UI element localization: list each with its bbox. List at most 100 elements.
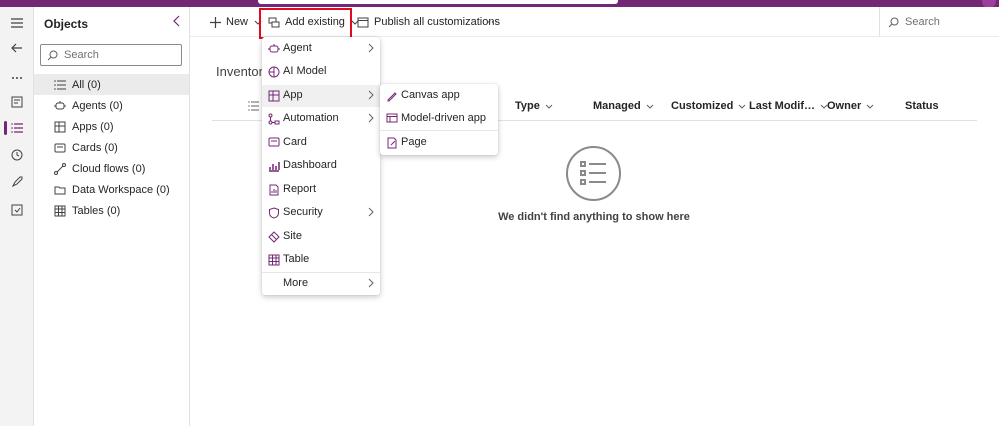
menu-item-label: Table bbox=[283, 253, 310, 265]
hamburger-menu-icon[interactable] bbox=[0, 12, 34, 34]
column-header-type[interactable]: Type bbox=[515, 99, 553, 113]
search-icon bbox=[888, 17, 899, 27]
menu-item-table[interactable]: Table bbox=[262, 249, 380, 271]
menu-separator bbox=[380, 130, 498, 131]
flow-icon bbox=[54, 162, 66, 175]
objects-item-label: All bbox=[72, 78, 85, 91]
report-icon bbox=[268, 184, 280, 196]
column-header-label: Type bbox=[515, 100, 540, 112]
deploy-rocket-icon[interactable] bbox=[0, 171, 34, 193]
submenu-item-canvas-app[interactable]: Canvas app bbox=[380, 85, 498, 107]
add-existing-menu: Agent AI Model App Automation Card Dashb… bbox=[262, 37, 380, 295]
overview-icon[interactable] bbox=[0, 91, 34, 113]
menu-item-app[interactable]: App bbox=[262, 85, 380, 107]
empty-state-message: We didn't find anything to show here bbox=[498, 211, 690, 223]
menu-item-site[interactable]: Site bbox=[262, 226, 380, 248]
menu-item-label: Report bbox=[283, 183, 317, 195]
agent-icon bbox=[268, 43, 280, 55]
objects-item-count: (0) bbox=[156, 183, 170, 196]
objects-item-tables[interactable]: Tables (0) bbox=[34, 200, 189, 221]
column-header-status[interactable]: Status bbox=[905, 99, 939, 113]
submenu-item-label: Page bbox=[401, 136, 427, 148]
submenu-item-page[interactable]: Page bbox=[380, 132, 498, 154]
column-header-customized[interactable]: Customized bbox=[671, 99, 746, 113]
chevron-right-icon bbox=[368, 207, 374, 217]
chevron-down-icon bbox=[738, 104, 746, 109]
card-icon bbox=[268, 137, 280, 149]
global-search-stub[interactable] bbox=[258, 0, 618, 4]
folder-icon bbox=[54, 184, 66, 196]
site-icon bbox=[268, 231, 280, 243]
ai-model-icon bbox=[268, 66, 280, 78]
automation-icon bbox=[268, 113, 280, 125]
menu-item-more[interactable]: More bbox=[262, 273, 380, 295]
list-icon bbox=[54, 79, 66, 91]
new-button[interactable]: New bbox=[210, 7, 262, 37]
solution-checker-icon[interactable] bbox=[0, 199, 34, 221]
menu-item-label: Card bbox=[283, 136, 307, 148]
agent-icon bbox=[54, 100, 66, 112]
objects-item-cloud-flows[interactable]: Cloud flows (0) bbox=[34, 158, 189, 179]
chevron-down-icon bbox=[866, 104, 874, 109]
objects-item-data-workspace[interactable]: Data Workspace (0) bbox=[34, 179, 189, 200]
menu-item-label: Site bbox=[283, 230, 302, 242]
submenu-item-model-driven-app[interactable]: Model-driven app bbox=[380, 108, 498, 130]
more-commands-button[interactable]: ··· bbox=[487, 7, 498, 37]
column-header-managed[interactable]: Managed bbox=[593, 99, 654, 113]
more-icon[interactable] bbox=[0, 67, 34, 89]
column-header-label: Customized bbox=[671, 100, 734, 112]
column-header-label: Owner bbox=[827, 100, 862, 112]
menu-item-card[interactable]: Card bbox=[262, 132, 380, 154]
collapse-panel-chevron-icon[interactable] bbox=[173, 15, 181, 30]
chevron-down-icon bbox=[545, 104, 553, 109]
column-header-owner[interactable]: Owner bbox=[827, 99, 874, 113]
left-nav-rail bbox=[0, 7, 34, 426]
chevron-right-icon bbox=[368, 90, 374, 100]
objects-item-label: Data Workspace bbox=[72, 183, 154, 196]
menu-item-ai-model[interactable]: AI Model bbox=[262, 61, 380, 83]
objects-item-label: Cloud flows bbox=[72, 162, 129, 175]
menu-item-automation[interactable]: Automation bbox=[262, 108, 380, 130]
plus-icon bbox=[210, 16, 221, 28]
menu-item-label: Agent bbox=[283, 42, 312, 54]
history-icon[interactable] bbox=[0, 144, 34, 166]
menu-item-label: Automation bbox=[283, 112, 339, 124]
objects-item-label: Cards bbox=[72, 141, 102, 154]
menu-item-label: App bbox=[283, 89, 303, 101]
search-icon bbox=[47, 50, 58, 60]
security-icon bbox=[268, 207, 280, 219]
menu-item-report[interactable]: Report bbox=[262, 179, 380, 201]
objects-item-count: (0) bbox=[87, 78, 101, 91]
objects-item-count: (0) bbox=[131, 162, 146, 175]
back-arrow-icon[interactable] bbox=[0, 37, 34, 59]
chevron-right-icon bbox=[368, 278, 374, 288]
objects-item-count: (0) bbox=[109, 99, 123, 112]
objects-item-count: (0) bbox=[100, 120, 114, 133]
submenu-item-label: Canvas app bbox=[401, 89, 460, 101]
objects-item-apps[interactable]: Apps (0) bbox=[34, 116, 189, 137]
menu-item-agent[interactable]: Agent bbox=[262, 38, 380, 60]
column-header-last-modified[interactable]: Last Modif… bbox=[749, 99, 828, 113]
menu-item-label: Security bbox=[283, 206, 323, 218]
objects-item-cards[interactable]: Cards (0) bbox=[34, 137, 189, 158]
column-header-label: Status bbox=[905, 100, 939, 112]
objects-item-all[interactable]: All (0) bbox=[34, 74, 189, 95]
top-header-bar bbox=[0, 0, 999, 8]
objects-icon[interactable] bbox=[0, 117, 34, 139]
menu-item-dashboard[interactable]: Dashboard bbox=[262, 155, 380, 177]
objects-item-label: Apps bbox=[72, 120, 98, 133]
chevron-down-icon bbox=[646, 104, 654, 109]
menu-item-security[interactable]: Security bbox=[262, 202, 380, 224]
app-submenu: Canvas app Model-driven app Page bbox=[380, 84, 498, 155]
objects-search-input[interactable]: Search bbox=[40, 44, 182, 66]
objects-item-label: Agents bbox=[72, 99, 107, 112]
publish-icon bbox=[357, 17, 369, 28]
column-header-label: Managed bbox=[593, 100, 641, 112]
dashboard-icon bbox=[268, 160, 280, 172]
publish-all-button[interactable]: Publish all customizations bbox=[357, 7, 500, 37]
objects-item-agents[interactable]: Agents (0) bbox=[34, 95, 189, 116]
model-driven-app-icon bbox=[386, 113, 398, 125]
command-search-input[interactable]: Search bbox=[879, 7, 999, 37]
card-icon bbox=[54, 142, 66, 154]
chevron-right-icon bbox=[368, 43, 374, 53]
